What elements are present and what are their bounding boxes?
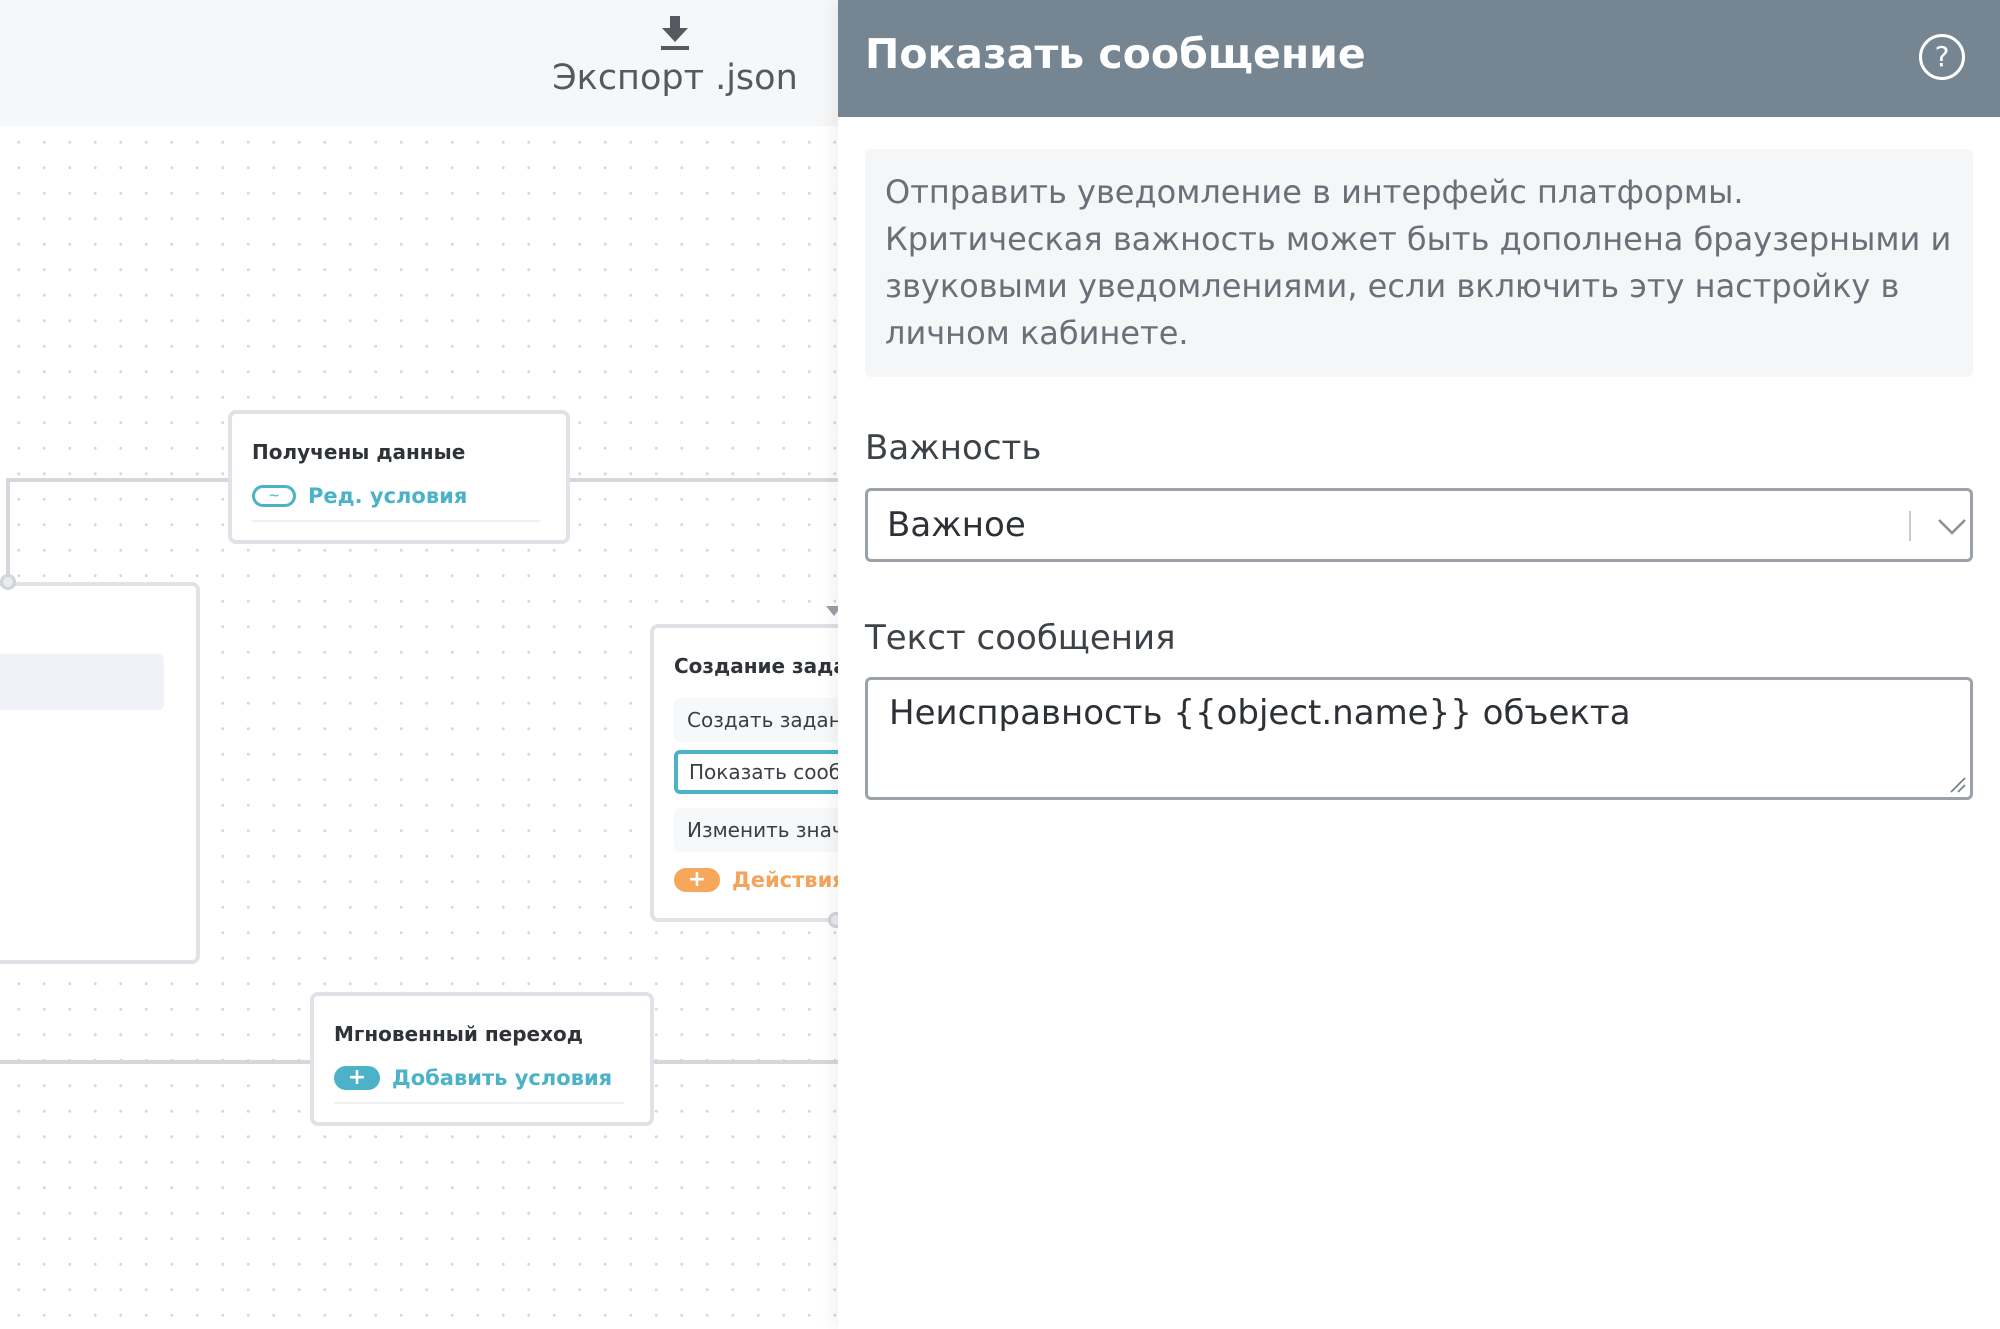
flow-node-task-creation[interactable]: Создание задан Создать задани Показать с…: [650, 624, 838, 922]
export-json-label: Экспорт .json: [552, 58, 798, 98]
flow-node-data-received[interactable]: Получены данные ~ Ред. условия: [228, 410, 570, 544]
node-title: Получены данные: [252, 440, 466, 464]
resize-handle-icon[interactable]: [1948, 775, 1966, 793]
action-item-show-message[interactable]: Показать сооб: [674, 750, 838, 794]
flow-canvas[interactable]: Экспорт .json Получены данные ~ Ред. усл…: [0, 0, 838, 1329]
connector-line: [652, 1060, 838, 1064]
flow-node-instant-transition[interactable]: Мгновенный переход + Добавить условия: [310, 992, 654, 1126]
add-icon: +: [334, 1066, 380, 1090]
node-placeholder-field: [0, 654, 164, 710]
panel-header: Показать сообщение ?: [838, 0, 2000, 117]
add-actions-link[interactable]: + Действия н: [674, 868, 838, 892]
importance-select[interactable]: Важное: [865, 488, 1973, 562]
importance-label: Важность: [865, 428, 1042, 468]
connector-line: [568, 478, 838, 482]
add-actions-label: Действия н: [732, 868, 838, 892]
edit-conditions-link[interactable]: ~ Ред. условия: [252, 484, 467, 508]
export-json-button[interactable]: Экспорт .json: [545, 16, 805, 104]
node-title: Создание задан: [674, 654, 838, 678]
action-properties-panel: Показать сообщение ? Отправить уведомлен…: [838, 0, 2000, 1329]
importance-selected-value: Важное: [887, 505, 1026, 545]
node-divider: [334, 1102, 624, 1104]
connector-line: [6, 478, 230, 482]
add-icon: +: [674, 868, 720, 892]
add-conditions-link[interactable]: + Добавить условия: [334, 1066, 612, 1090]
flow-node-partial[interactable]: [0, 582, 200, 964]
add-conditions-label: Добавить условия: [392, 1066, 613, 1090]
node-title: Мгновенный переход: [334, 1022, 583, 1046]
panel-title: Показать сообщение: [865, 30, 1366, 78]
message-text-value: Неисправность {{object.name}} объекта: [889, 693, 1631, 733]
action-description: Отправить уведомление в интерфейс платфо…: [865, 149, 1973, 377]
node-collapse-arrow-icon[interactable]: [826, 606, 838, 616]
edit-conditions-label: Ред. условия: [308, 484, 468, 508]
action-item-create-task[interactable]: Создать задани: [674, 698, 838, 742]
condition-icon: ~: [252, 485, 296, 507]
connector-port[interactable]: [0, 574, 16, 590]
message-text-label: Текст сообщения: [865, 618, 1176, 658]
select-divider: [1909, 511, 1911, 541]
help-icon[interactable]: ?: [1919, 34, 1965, 80]
connector-line: [6, 478, 10, 582]
connector-port[interactable]: [828, 912, 838, 928]
canvas-toolbar: Экспорт .json: [0, 0, 838, 126]
connector-line: [0, 1060, 312, 1064]
download-icon: [661, 16, 689, 50]
chevron-down-icon: [1938, 519, 1966, 535]
node-divider: [252, 520, 540, 522]
message-text-area[interactable]: Неисправность {{object.name}} объекта: [865, 677, 1973, 800]
action-item-change-value[interactable]: Изменить знач: [674, 808, 838, 852]
